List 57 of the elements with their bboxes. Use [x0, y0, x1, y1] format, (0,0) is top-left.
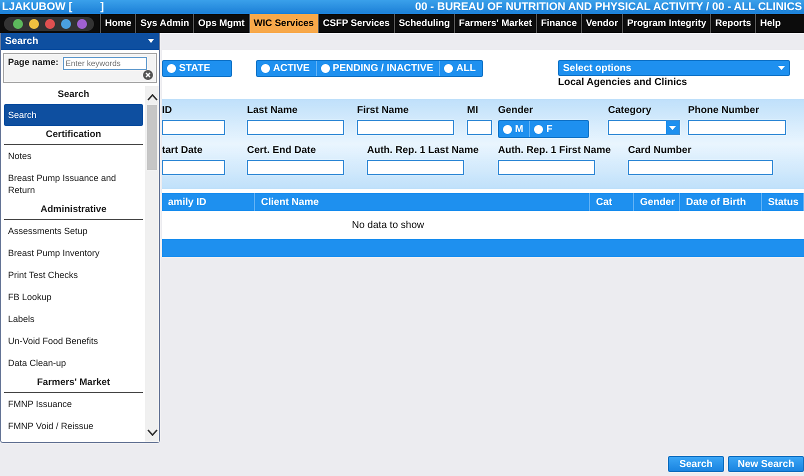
user-name: LJAKUBOW [: [2, 1, 72, 13]
field-label: tart Date: [162, 145, 204, 158]
dropdown-arrow-icon: [778, 66, 785, 70]
empty-message: No data to show: [352, 220, 424, 230]
menu-section-header: Farmers' Market: [4, 374, 143, 393]
dropdown-arrow-icon: [669, 126, 676, 130]
field-label: ID: [162, 105, 173, 118]
scrollbar-thumb[interactable]: [147, 105, 157, 170]
scrollbar[interactable]: [145, 86, 159, 442]
field-label: Auth. Rep. 1 First Name: [498, 145, 611, 158]
text-field[interactable]: [357, 120, 454, 135]
handprint-logo-icon: [4, 16, 94, 32]
menu-item[interactable]: Print Test Checks: [4, 264, 143, 286]
clear-icon[interactable]: [143, 70, 153, 80]
text-field[interactable]: [247, 120, 344, 135]
agency-context: 00 - BUREAU OF NUTRITION AND PHYSICAL ACTIVITY / 00 - ALL CLINICS: [415, 1, 802, 13]
text-field[interactable]: [247, 160, 344, 175]
agency-label: Local Agencies and Clinics: [558, 77, 688, 88]
menu-item[interactable]: Labels: [4, 308, 143, 330]
menu-dropdown[interactable]: Search: [1, 33, 159, 50]
caret-icon: [147, 39, 155, 44]
text-field[interactable]: [688, 120, 786, 135]
field-label: Auth. Rep. 1 Last Name: [367, 145, 479, 158]
text-field[interactable]: [162, 120, 225, 135]
menu-item[interactable]: Breast Pump Inventory: [4, 242, 143, 264]
nav-tab[interactable]: WIC Services: [248, 14, 318, 33]
menu-item[interactable]: Un-Void Food Benefits: [4, 330, 143, 352]
menu-item[interactable]: Data Clean-up: [4, 352, 143, 374]
menu-item[interactable]: Assessments Setup: [4, 220, 143, 242]
field-label: First Name: [357, 105, 410, 118]
field-label: Gender: [498, 105, 534, 118]
menu-item[interactable]: FMNP Void / Reissue: [4, 415, 143, 437]
field-label: Last Name: [247, 105, 299, 118]
text-field[interactable]: [498, 160, 595, 175]
menu-item[interactable]: FMNP Issuance: [4, 393, 143, 415]
field-label: Cert. End Date: [247, 145, 317, 158]
field-label: Card Number: [628, 145, 692, 158]
keyword-field[interactable]: Enter keywords: [62, 57, 147, 70]
text-field[interactable]: [628, 160, 773, 175]
menu-section-header: Administrative: [4, 201, 143, 220]
menu-item[interactable]: Notes: [4, 145, 143, 167]
scroll-down-icon[interactable]: [146, 429, 158, 436]
text-field[interactable]: [162, 160, 225, 175]
field-label: Category: [608, 105, 652, 118]
menu-section-header: Certification: [4, 126, 143, 145]
menu-section-header: Search: [56, 88, 90, 102]
field-label: MI: [467, 105, 480, 118]
menu-item[interactable]: Search: [4, 104, 143, 126]
text-field[interactable]: [467, 120, 492, 135]
scroll-up-icon[interactable]: [146, 94, 158, 101]
field-label: Phone Number: [688, 105, 760, 118]
menu-item[interactable]: Breast Pump Issuance and Return: [4, 167, 143, 201]
page-name-label: Page name:: [8, 57, 59, 67]
category-select[interactable]: [608, 120, 680, 135]
text-field[interactable]: [367, 160, 464, 175]
bracket: ]: [100, 1, 104, 13]
menu-item[interactable]: FB Lookup: [4, 286, 143, 308]
